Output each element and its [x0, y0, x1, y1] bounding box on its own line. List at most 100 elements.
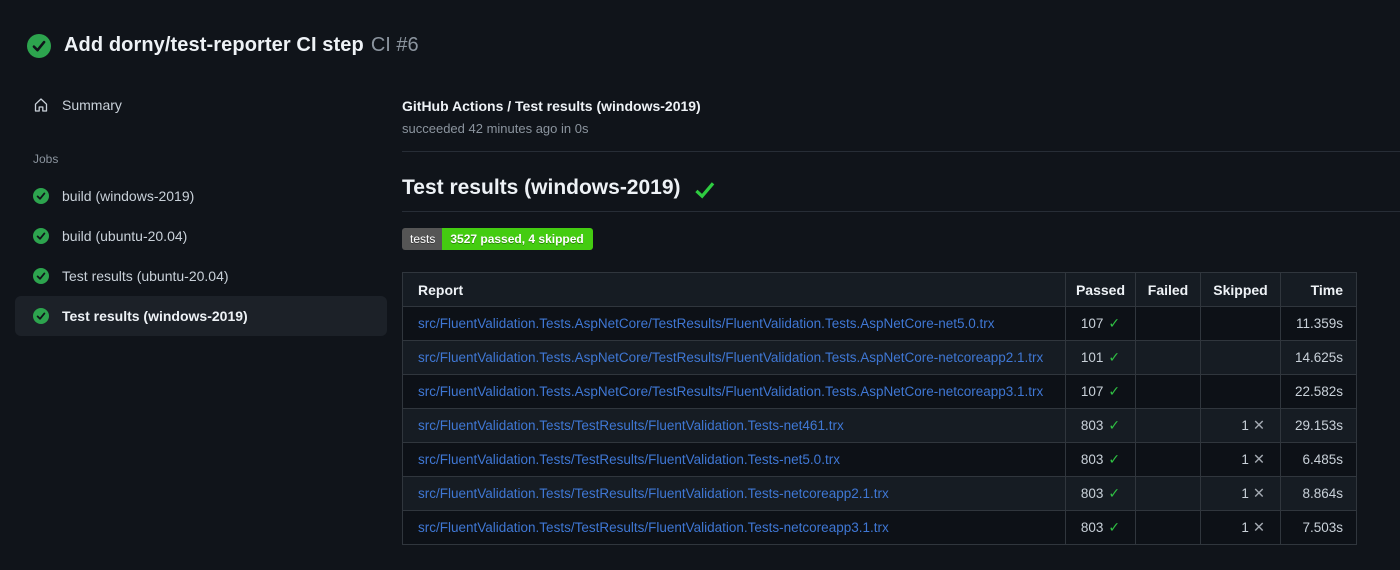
cross-icon: ✕: [1252, 451, 1265, 468]
report-cell: src/FluentValidation.Tests/TestResults/F…: [402, 442, 1066, 477]
table-row: src/FluentValidation.Tests.AspNetCore/Te…: [402, 306, 1357, 341]
column-header-passed: Passed: [1065, 272, 1136, 307]
column-header-skipped: Skipped: [1200, 272, 1281, 307]
time-cell: 29.153s: [1280, 408, 1357, 443]
report-link[interactable]: src/FluentValidation.Tests/TestResults/F…: [418, 486, 889, 501]
report-link[interactable]: src/FluentValidation.Tests.AspNetCore/Te…: [418, 384, 1043, 399]
check-icon: ✓: [1108, 485, 1121, 501]
table-row: src/FluentValidation.Tests/TestResults/F…: [402, 408, 1357, 443]
report-cell: src/FluentValidation.Tests.AspNetCore/Te…: [402, 374, 1066, 409]
passed-cell: 107 ✓: [1065, 374, 1136, 409]
sidebar-item-label: build (windows-2019): [62, 188, 195, 204]
sidebar-item-job[interactable]: Test results (ubuntu-20.04): [15, 256, 387, 296]
skipped-cell: 1 ✕: [1200, 510, 1281, 545]
report-link[interactable]: src/FluentValidation.Tests.AspNetCore/Te…: [418, 350, 1043, 365]
cross-icon: ✕: [1252, 485, 1265, 502]
passed-cell: 803 ✓: [1065, 442, 1136, 477]
passed-count: 107: [1080, 384, 1104, 399]
skipped-cell: 1 ✕: [1200, 476, 1281, 511]
check-circle-icon: [33, 308, 49, 324]
skipped-cell: [1200, 340, 1281, 375]
failed-cell: [1135, 442, 1201, 477]
passed-count: 803: [1080, 452, 1104, 467]
cross-icon: ✕: [1252, 519, 1265, 536]
report-link[interactable]: src/FluentValidation.Tests/TestResults/F…: [418, 520, 889, 535]
passed-cell: 803 ✓: [1065, 408, 1136, 443]
failed-cell: [1135, 510, 1201, 545]
sidebar: Summary Jobs build (windows-2019) build (…: [0, 65, 402, 336]
passed-count: 803: [1080, 520, 1104, 535]
sidebar-item-job[interactable]: build (ubuntu-20.04): [15, 216, 387, 256]
check-circle-icon: [33, 188, 49, 204]
passed-cell: 803 ✓: [1065, 476, 1136, 511]
skipped-count: 1: [1241, 519, 1249, 535]
run-number: CI #6: [370, 34, 419, 56]
time-cell: 22.582s: [1280, 374, 1357, 409]
sidebar-jobs-list: build (windows-2019) build (ubuntu-20.04)…: [0, 176, 402, 336]
time-cell: 7.503s: [1280, 510, 1357, 545]
check-run-header: GitHub Actions / Test results (windows-2…: [402, 98, 1400, 136]
report-link[interactable]: src/FluentValidation.Tests/TestResults/F…: [418, 418, 844, 433]
time-cell: 8.864s: [1280, 476, 1357, 511]
check-icon: [693, 180, 716, 199]
tests-status-badge: tests 3527 passed, 4 skipped: [402, 228, 593, 250]
failed-cell: [1135, 408, 1201, 443]
check-icon: ✓: [1108, 451, 1121, 467]
divider: [402, 151, 1400, 152]
column-header-failed: Failed: [1135, 272, 1201, 307]
table-row: src/FluentValidation.Tests/TestResults/F…: [402, 442, 1357, 477]
table-row: src/FluentValidation.Tests.AspNetCore/Te…: [402, 374, 1357, 409]
column-header-time: Time: [1280, 272, 1357, 307]
table-header-row: Report Passed Failed Skipped Time: [402, 272, 1357, 307]
passed-count: 107: [1080, 316, 1104, 331]
table-row: src/FluentValidation.Tests.AspNetCore/Te…: [402, 340, 1357, 375]
check-run-status: succeeded 42 minutes ago in 0s: [402, 121, 589, 136]
passed-count: 803: [1080, 418, 1104, 433]
skipped-cell: 1 ✕: [1200, 408, 1281, 443]
passed-count: 803: [1080, 486, 1104, 501]
skipped-cell: [1200, 374, 1281, 409]
passed-cell: 803 ✓: [1065, 510, 1136, 545]
run-title: Add dorny/test-reporter CI step: [64, 34, 364, 56]
skipped-cell: [1200, 306, 1281, 341]
check-icon: ✓: [1108, 315, 1121, 331]
report-cell: src/FluentValidation.Tests.AspNetCore/Te…: [402, 306, 1066, 341]
time-cell: 11.359s: [1280, 306, 1357, 341]
home-icon: [33, 97, 49, 113]
run-header: Add dorny/test-reporter CI step CI #6: [0, 0, 1400, 65]
report-link[interactable]: src/FluentValidation.Tests/TestResults/F…: [418, 452, 840, 467]
passed-cell: 101 ✓: [1065, 340, 1136, 375]
section-header: Test results (windows-2019): [402, 176, 1400, 212]
failed-cell: [1135, 340, 1201, 375]
sidebar-item-label: Summary: [62, 97, 122, 113]
check-run-title: GitHub Actions / Test results (windows-2…: [402, 98, 701, 114]
time-cell: 6.485s: [1280, 442, 1357, 477]
sidebar-item-label: build (ubuntu-20.04): [62, 228, 188, 244]
report-cell: src/FluentValidation.Tests.AspNetCore/Te…: [402, 340, 1066, 375]
check-icon: ✓: [1108, 519, 1121, 535]
failed-cell: [1135, 306, 1201, 341]
jobs-heading: Jobs: [33, 152, 59, 166]
main-panel: GitHub Actions / Test results (windows-2…: [402, 65, 1400, 545]
badge-message: 3527 passed, 4 skipped: [442, 228, 593, 250]
sidebar-item-label: Test results (windows-2019): [62, 308, 248, 324]
report-cell: src/FluentValidation.Tests/TestResults/F…: [402, 510, 1066, 545]
time-cell: 14.625s: [1280, 340, 1357, 375]
failed-cell: [1135, 374, 1201, 409]
failed-cell: [1135, 476, 1201, 511]
report-link[interactable]: src/FluentValidation.Tests.AspNetCore/Te…: [418, 316, 995, 331]
table-row: src/FluentValidation.Tests/TestResults/F…: [402, 476, 1357, 511]
test-results-table: Report Passed Failed Skipped Time src/Fl…: [402, 272, 1357, 545]
sidebar-item-job[interactable]: Test results (windows-2019): [15, 296, 387, 336]
skipped-count: 1: [1241, 485, 1249, 501]
column-header-report: Report: [402, 272, 1066, 307]
check-circle-icon: [33, 268, 49, 284]
report-cell: src/FluentValidation.Tests/TestResults/F…: [402, 408, 1066, 443]
sidebar-item-label: Test results (ubuntu-20.04): [62, 268, 229, 284]
badge-label: tests: [402, 228, 443, 250]
skipped-cell: 1 ✕: [1200, 442, 1281, 477]
check-icon: ✓: [1108, 417, 1121, 433]
check-circle-icon: [33, 228, 49, 244]
sidebar-item-summary[interactable]: Summary: [15, 85, 387, 125]
sidebar-item-job[interactable]: build (windows-2019): [15, 176, 387, 216]
